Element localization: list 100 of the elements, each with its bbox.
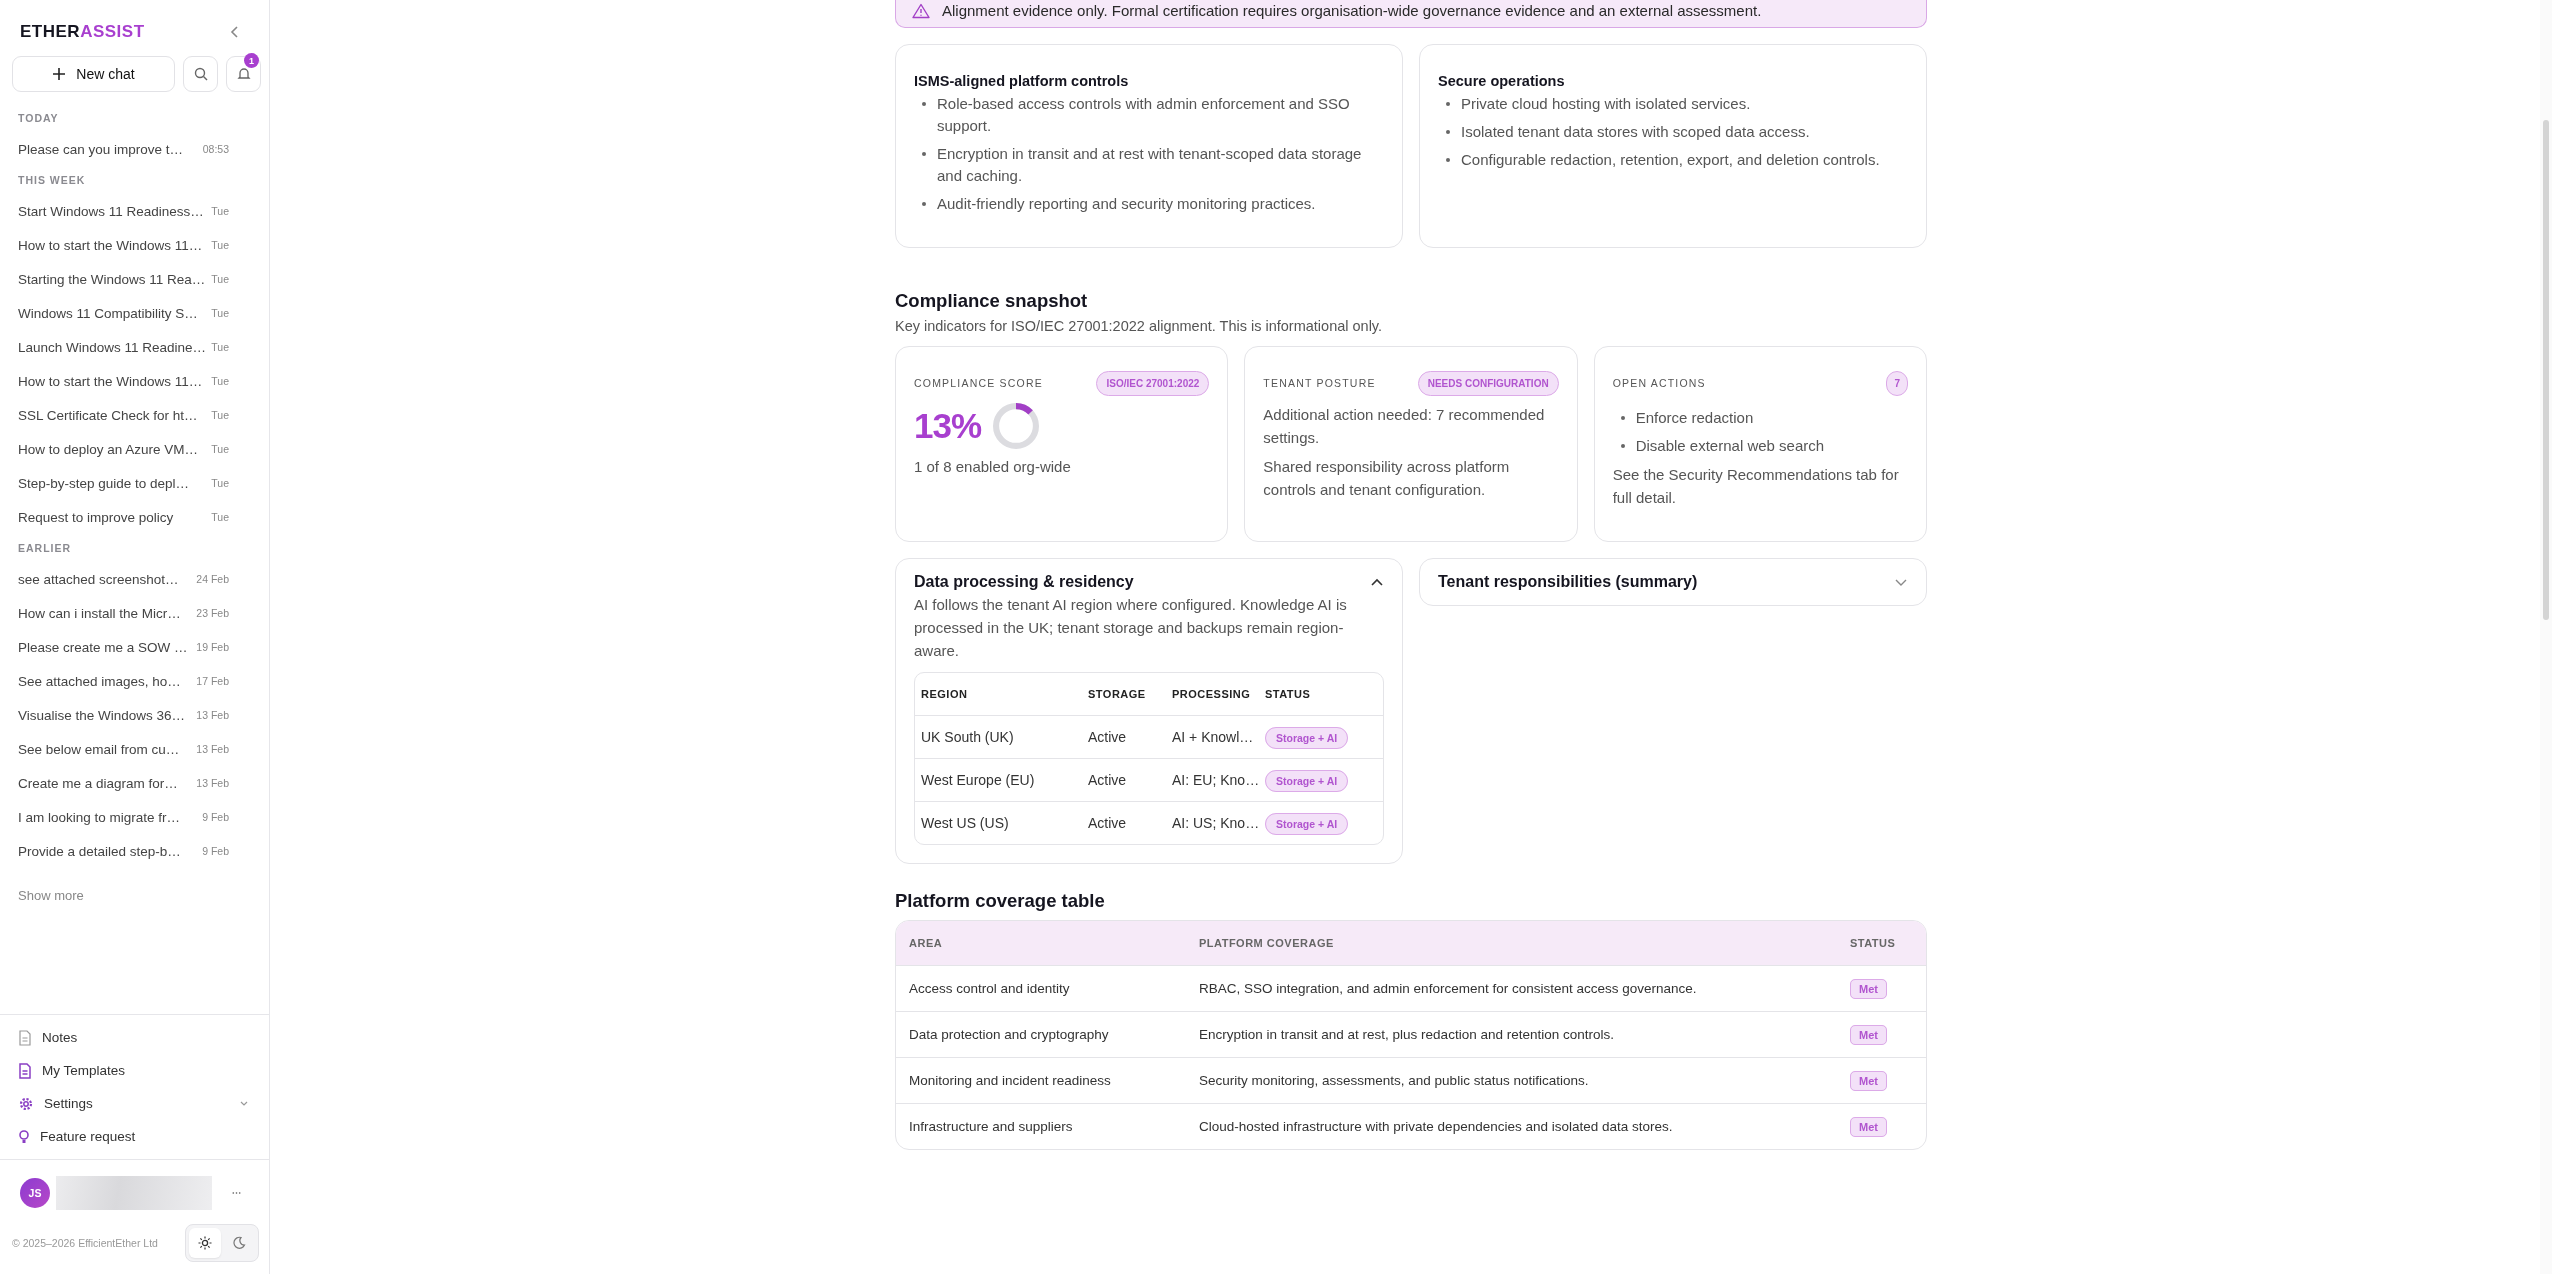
chat-time: 17 Feb — [196, 675, 229, 687]
chat-time: 9 Feb — [202, 811, 229, 823]
chat-item[interactable]: See below email from cu… 13 Feb — [18, 732, 269, 766]
table-cell-text: Security monitoring, assessments, and public status notifications. — [1199, 1073, 1590, 1088]
description: AI follows the tenant AI region where configured. Knowledge AI is processed in the UK; tenant storage and backups remain region-aware. — [914, 595, 1348, 661]
notification-badge: 1 — [244, 53, 259, 68]
chat-time: 13 Feb — [196, 777, 229, 789]
paragraph: Additional action needed: 7 recommended settings. — [1263, 405, 1546, 448]
nav-item[interactable]: Notes — [18, 1021, 249, 1054]
section-label: EARLIER — [18, 541, 73, 556]
table-cell-text: AI + Knowl… — [1172, 729, 1255, 745]
bullet-item: Encryption in transit and at rest with tenant-scoped data storage and caching. — [937, 144, 1363, 186]
chat-item[interactable]: Launch Windows 11 Readine… Tue — [18, 330, 269, 364]
bullet-item: Audit-friendly reporting and security monitoring practices. — [937, 194, 1316, 214]
table-cell-text: Active — [1088, 772, 1128, 788]
collapse-icon[interactable] — [229, 25, 241, 39]
chat-time: 9 Feb — [202, 845, 229, 857]
chat-item[interactable]: Starting the Windows 11 Rea… Tue — [18, 262, 269, 296]
chat-item[interactable]: Provide a detailed step-b… 9 Feb — [18, 834, 269, 868]
column-header: STATUS — [1265, 688, 1312, 700]
paragraph: Shared responsibility across platform controls and tenant configuration. — [1263, 457, 1511, 500]
table-cell-text: Data protection and cryptography — [908, 1027, 1110, 1042]
card-label: TENANT POSTURE — [1263, 377, 1376, 389]
logo: ETHERASSIST — [20, 22, 145, 42]
theme-option[interactable] — [189, 1228, 221, 1258]
chevron-down-icon — [239, 1099, 249, 1108]
chat-item[interactable]: Please can you improve t… 08:53 — [18, 132, 269, 166]
document-icon — [18, 1029, 32, 1046]
paragraph: See the Security Recommendations tab for full detail. — [1612, 465, 1900, 508]
column-header: PROCESSING — [1172, 688, 1252, 700]
chat-time: Tue — [211, 273, 229, 285]
more-icon[interactable] — [232, 1191, 241, 1195]
status-badge: Storage + AI — [1265, 727, 1349, 749]
chat-item[interactable]: How to deploy an Azure VM… Tue — [18, 432, 269, 466]
chat-item[interactable]: Visualise the Windows 36… 13 Feb — [18, 698, 269, 732]
scrollbar-thumb[interactable] — [2543, 120, 2549, 620]
chat-item[interactable]: See attached images, ho… 17 Feb — [18, 664, 269, 698]
bullet-dot — [1446, 102, 1450, 106]
chevron-icon — [1370, 577, 1384, 587]
chat-time: Tue — [211, 307, 229, 319]
plus-icon — [52, 67, 67, 81]
status-badge: Storage + AI — [1265, 770, 1349, 792]
card-title: Secure operations — [1438, 73, 1566, 89]
chat-item[interactable]: How to start the Windows 11… Tue — [18, 364, 269, 398]
bullet-item: Configurable redaction, retention, export, and deletion controls. — [1461, 150, 1880, 170]
chat-item[interactable]: see attached screenshot… 24 Feb — [18, 562, 269, 596]
chat-item[interactable]: Step-by-step guide to depl… Tue — [18, 466, 269, 500]
chat-item[interactable]: How to start the Windows 11… Tue — [18, 228, 269, 262]
chat-time: Tue — [211, 443, 229, 455]
action-item: Disable external web search — [1635, 436, 1825, 456]
warning-icon — [912, 2, 930, 19]
table-cell-text: West Europe (EU) — [921, 772, 1036, 788]
chat-item[interactable]: Windows 11 Compatibility S… Tue — [18, 296, 269, 330]
section-subtitle: Key indicators for ISO/IEC 27001:2022 alignment. This is informational only. — [895, 318, 1384, 334]
score-ring — [993, 403, 1040, 449]
action-item: Enforce redaction — [1635, 408, 1754, 428]
chat-item[interactable]: I am looking to migrate fr… 9 Feb — [18, 800, 269, 834]
status-badge: Met — [1850, 1071, 1887, 1091]
bullet-dot — [922, 102, 926, 106]
status-badge: Storage + AI — [1265, 813, 1349, 835]
card-label: OPEN ACTIONS — [1612, 377, 1706, 389]
show-more-link[interactable]: Show more — [18, 868, 269, 903]
accordion-header[interactable]: Data processing & residency — [914, 573, 1384, 591]
card-label: COMPLIANCE SCORE — [914, 377, 1043, 389]
bullet-item: Isolated tenant data stores with scoped data access. — [1461, 122, 1810, 142]
moon-icon — [232, 1236, 246, 1250]
chat-item[interactable]: Request to improve policy Tue — [18, 500, 269, 534]
column-header: STORAGE — [1088, 688, 1147, 700]
chat-item[interactable]: Please create me a SOW … 19 Feb — [18, 630, 269, 664]
table-cell-text: UK South (UK) — [921, 729, 1015, 745]
chat-item[interactable]: Start Windows 11 Readiness… Tue — [18, 194, 269, 228]
table-cell-text: Monitoring and incident readiness — [908, 1073, 1112, 1088]
chevron-icon — [1894, 577, 1908, 587]
table-cell-text: RBAC, SSO integration, and admin enforcement for consistent access governance. — [1199, 981, 1698, 996]
nav-item[interactable]: My Templates — [18, 1054, 249, 1087]
accordion-header[interactable]: Tenant responsibilities (summary) — [1438, 573, 1908, 591]
chat-item[interactable]: Create me a diagram for… 13 Feb — [18, 766, 269, 800]
bell-icon — [236, 67, 251, 81]
new-chat-button[interactable]: New chat — [12, 56, 175, 92]
copyright-text: © 2025–2026 EfficientEther Ltd — [12, 1237, 158, 1249]
table-cell-text: West US (US) — [921, 815, 1010, 831]
chat-time: Tue — [211, 205, 229, 217]
search-button[interactable] — [183, 56, 218, 92]
bullet-dot — [1620, 444, 1625, 448]
chat-item[interactable]: How can i install the Micr… 23 Feb — [18, 596, 269, 630]
bullet-dot — [1446, 130, 1450, 134]
notifications-button[interactable]: 1 — [226, 56, 261, 92]
status-badge: Met — [1850, 1025, 1887, 1045]
section-label: TODAY — [18, 111, 60, 126]
nav-item[interactable]: Settings — [18, 1087, 249, 1120]
chat-time: Tue — [211, 375, 229, 387]
chat-time: 24 Feb — [196, 573, 229, 585]
lightbulb-icon — [18, 1128, 30, 1145]
status-badge: NEEDS CONFIGURATION — [1417, 370, 1559, 396]
nav-item[interactable]: Feature request — [18, 1120, 249, 1153]
document-icon — [18, 1062, 32, 1079]
table-cell-text: Access control and identity — [908, 981, 1071, 996]
chat-time: Tue — [211, 511, 229, 523]
chat-item[interactable]: SSL Certificate Check for ht… Tue — [18, 398, 269, 432]
user-avatar[interactable]: JS — [20, 1178, 50, 1208]
